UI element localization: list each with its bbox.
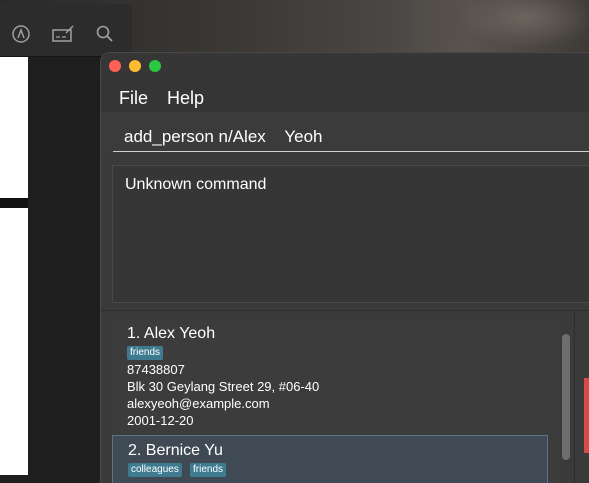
- markup-icon[interactable]: [11, 24, 31, 44]
- person-card[interactable]: 1. Alex Yeoh friends 87438807 Blk 30 Gey…: [112, 320, 548, 433]
- person-list[interactable]: 1. Alex Yeoh friends 87438807 Blk 30 Gey…: [112, 320, 570, 483]
- person-index: 1.: [127, 325, 141, 342]
- person-name-row: 2. Bernice Yu: [128, 442, 223, 460]
- person-name: Bernice Yu: [145, 442, 223, 459]
- close-button[interactable]: [109, 60, 121, 72]
- desktop-background-glow: [430, 0, 589, 60]
- person-address: Blk 30 Geylang Street 29, #06-40: [127, 379, 320, 394]
- side-panel-indicator: [584, 378, 589, 453]
- menu-bar: File Help: [101, 80, 589, 112]
- tag: friends: [127, 346, 164, 360]
- zoom-button[interactable]: [149, 60, 161, 72]
- person-index: 2.: [128, 442, 142, 459]
- person-date: 2001-12-20: [127, 413, 194, 428]
- background-document-page: [0, 208, 28, 475]
- tag-row: friends: [127, 346, 327, 360]
- search-icon[interactable]: [95, 24, 115, 44]
- command-box-container: [101, 112, 589, 158]
- person-name: Alex Yeoh: [143, 325, 216, 342]
- command-input[interactable]: [113, 122, 589, 152]
- background-window-toolbar: [0, 4, 132, 57]
- signature-icon[interactable]: [51, 24, 75, 44]
- person-name-row: 1. Alex Yeoh: [127, 325, 215, 343]
- person-card-selected[interactable]: 2. Bernice Yu colleagues friends: [112, 435, 548, 483]
- background-document-page: [0, 57, 28, 198]
- background-divider: [0, 198, 28, 208]
- person-list-container: 1. Alex Yeoh friends 87438807 Blk 30 Gey…: [101, 310, 589, 483]
- minimize-button[interactable]: [129, 60, 141, 72]
- menu-help[interactable]: Help: [167, 88, 204, 109]
- list-scrollbar[interactable]: [562, 334, 570, 460]
- title-bar[interactable]: [101, 53, 589, 80]
- person-phone: 87438807: [127, 362, 185, 377]
- menu-file[interactable]: File: [119, 88, 148, 109]
- result-message: Unknown command: [125, 176, 267, 193]
- app-window: File Help Unknown command 1. Alex Yeoh f…: [101, 53, 589, 483]
- result-display[interactable]: Unknown command: [112, 165, 589, 303]
- person-email: alexyeoh@example.com: [127, 396, 270, 411]
